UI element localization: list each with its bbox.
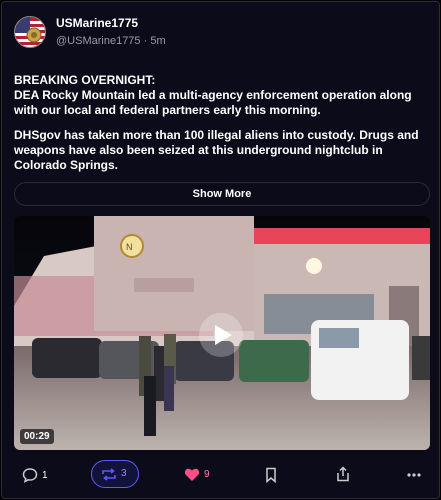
repost-count: 3 (121, 468, 127, 479)
share-button[interactable] (335, 466, 351, 482)
timestamp[interactable]: 5m (150, 35, 165, 47)
more-options-button[interactable] (406, 467, 422, 483)
post-card: USMarine1775 @USMarine1775 · 5m BREAKING… (1, 1, 440, 499)
reply-button[interactable]: 1 (22, 467, 48, 483)
repost-button[interactable]: 3 (91, 460, 139, 488)
bookmark-icon (266, 467, 276, 483)
display-name[interactable]: USMarine1775 (56, 16, 166, 31)
video-player[interactable]: N 00:29 (14, 216, 430, 450)
post-line-1: BREAKING OVERNIGHT: (14, 73, 156, 87)
post-text: BREAKING OVERNIGHT: DEA Rocky Mountain l… (14, 73, 429, 183)
post-paragraph-1: BREAKING OVERNIGHT: DEA Rocky Mountain l… (14, 73, 429, 118)
bookmark-button[interactable] (264, 467, 278, 483)
heart-icon (184, 468, 200, 481)
like-button[interactable]: 9 (184, 467, 210, 482)
play-icon (215, 325, 232, 345)
repost-icon (102, 468, 116, 481)
play-button[interactable] (199, 313, 243, 357)
reply-count: 1 (42, 469, 48, 481)
svg-text:N: N (126, 242, 133, 252)
show-more-button[interactable]: Show More (14, 182, 430, 206)
post-paragraph-2: DHSgov has taken more than 100 illegal a… (14, 128, 419, 172)
more-icon (407, 473, 421, 477)
post-header: USMarine1775 @USMarine1775 · 5m (14, 16, 166, 49)
like-count: 9 (204, 469, 210, 480)
handle[interactable]: @USMarine1775 (56, 35, 141, 47)
reply-icon (22, 468, 38, 483)
handle-line: @USMarine1775 · 5m (56, 33, 166, 49)
avatar[interactable] (14, 16, 46, 48)
video-duration: 00:29 (20, 429, 54, 444)
post-line-2: DEA Rocky Mountain led a multi-agency en… (14, 88, 412, 117)
action-bar: 1 3 9 (2, 460, 439, 490)
flag-avatar-image (15, 17, 45, 47)
share-icon (337, 466, 349, 482)
